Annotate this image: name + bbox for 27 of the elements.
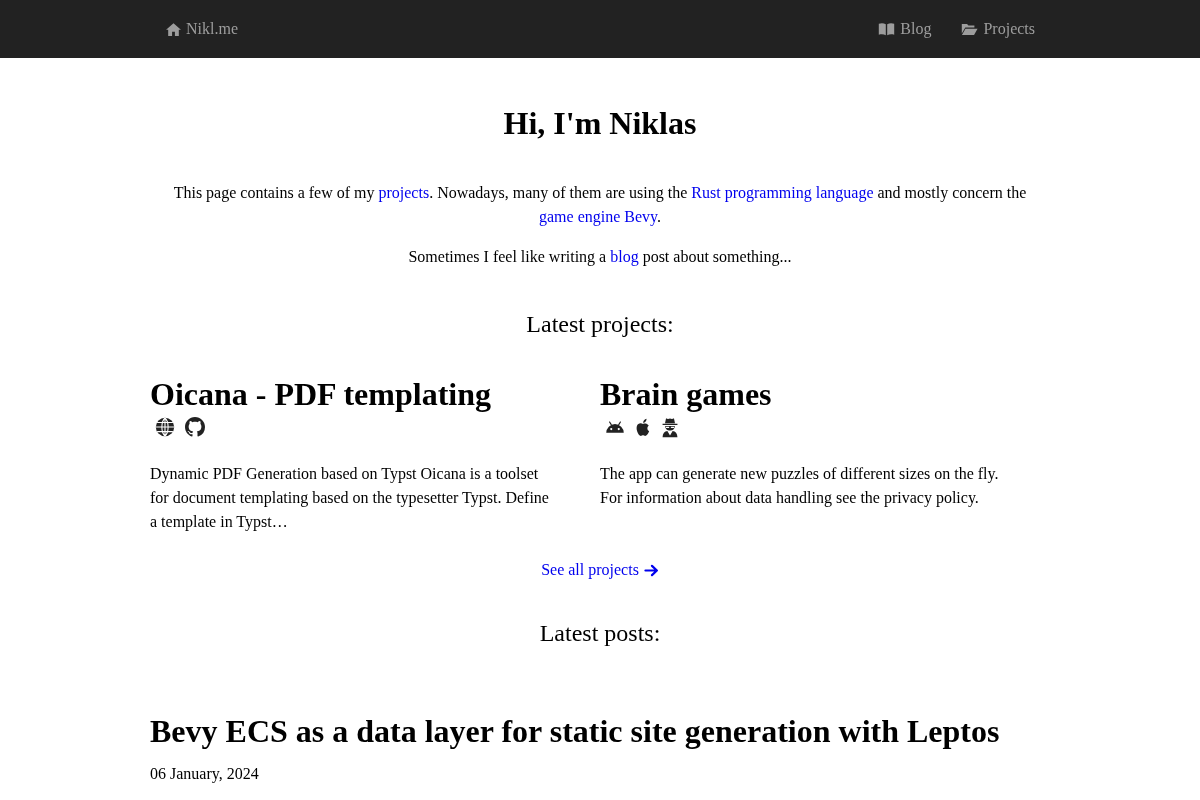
globe-icon[interactable] [155, 417, 175, 437]
inline-link[interactable]: Rust programming language [691, 184, 874, 201]
project-description: The app can generate new puzzles of different sizes on the fly. For information about data handling see the privacy policy. [600, 464, 1000, 509]
apple-icon[interactable] [635, 417, 651, 437]
project-title: Brain games [600, 376, 773, 412]
page-heading: Hi, I'm Niklas [502, 105, 698, 141]
open-book-icon [878, 22, 896, 36]
project-title: Oicana - PDF templating [150, 376, 492, 412]
see-all-projects-link[interactable]: See all projects [541, 558, 659, 582]
github-icon[interactable] [185, 417, 205, 437]
section-heading: Latest posts: [538, 619, 662, 648]
spy-icon[interactable] [661, 416, 679, 438]
post-title: Bevy ECS as a data layer for static site generation with Leptos [150, 713, 1001, 749]
android-icon[interactable] [605, 421, 625, 433]
project-description: Dynamic PDF Generation based on Typst Oicana is a toolset for document templating based on the typesetter Typst. Define a template in Typst… [150, 464, 550, 533]
nav-link[interactable]: Projects [961, 17, 1035, 41]
post-date: 06 January, 2024 [150, 764, 260, 785]
site-brand-link[interactable]: Nikl.me [165, 17, 238, 41]
intro-paragraph: This page contains a few of my projects. Nowadays, many of them are using the Rust programming language and mostly concern the game engine Bevy. [172, 183, 1028, 228]
house-icon [165, 20, 182, 38]
arrow-right-icon [643, 563, 659, 577]
inline-link[interactable]: game engine Bevy [539, 208, 657, 225]
nav-link[interactable]: Blog [878, 17, 932, 41]
section-heading: Latest projects: [525, 310, 675, 339]
inline-link[interactable]: blog [610, 248, 639, 265]
intro-paragraph: Sometimes I feel like writing a blog post about something... [407, 247, 793, 268]
open-folder-icon [961, 22, 979, 36]
